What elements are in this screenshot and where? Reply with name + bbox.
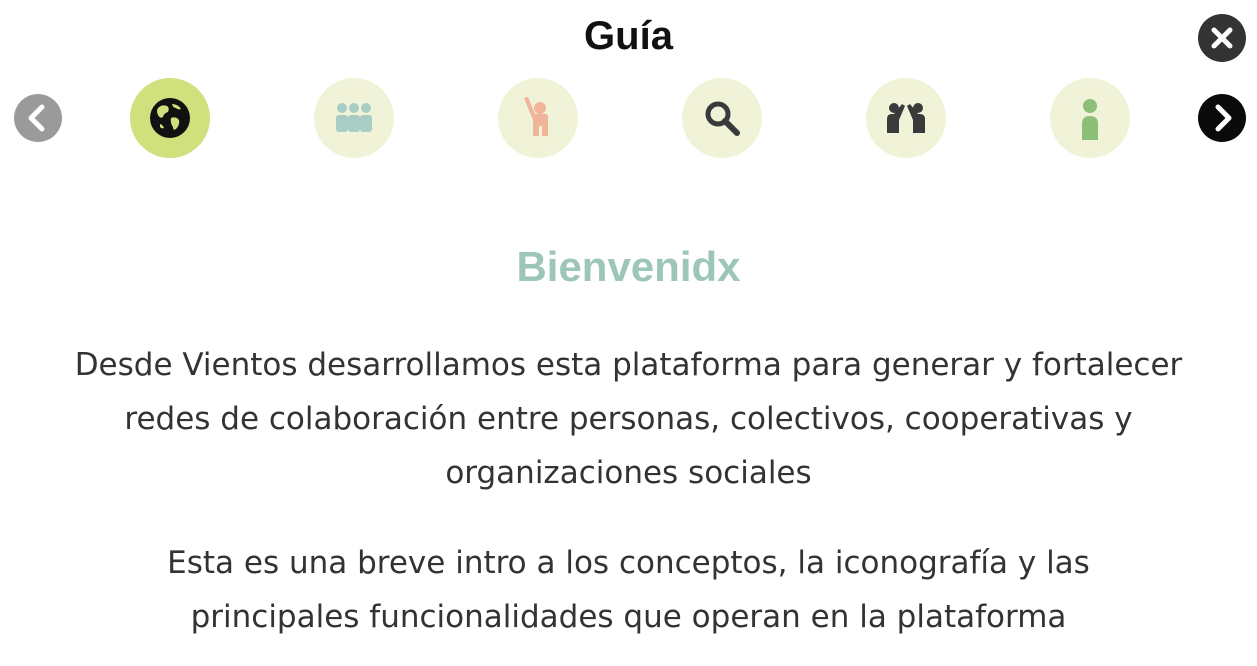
chevron-left-icon [28,104,45,132]
step-collaboration[interactable] [866,78,946,158]
step-profile[interactable] [1050,78,1130,158]
intro-paragraph: Desde Vientos desarrollamos esta platafo… [74,347,1183,491]
previous-button[interactable] [14,94,62,142]
step-groups[interactable] [314,78,394,158]
raised-hand-person-icon [524,97,548,136]
guide-title: Guía [584,14,673,58]
group-icon [336,103,372,132]
close-button[interactable] [1198,14,1246,62]
step-participation[interactable] [498,78,578,158]
globe-icon [150,98,190,138]
person-icon [1082,99,1098,140]
close-icon [1211,27,1233,49]
search-icon [705,101,740,136]
next-button[interactable] [1198,94,1246,142]
welcome-heading: Bienvenidx [516,243,741,290]
step-search[interactable] [682,78,762,158]
collaboration-icon [887,103,925,133]
chevron-right-icon [1215,104,1232,132]
step-welcome[interactable] [130,78,210,158]
guide-description-paragraph: Esta es una breve intro a los conceptos,… [167,545,1090,635]
